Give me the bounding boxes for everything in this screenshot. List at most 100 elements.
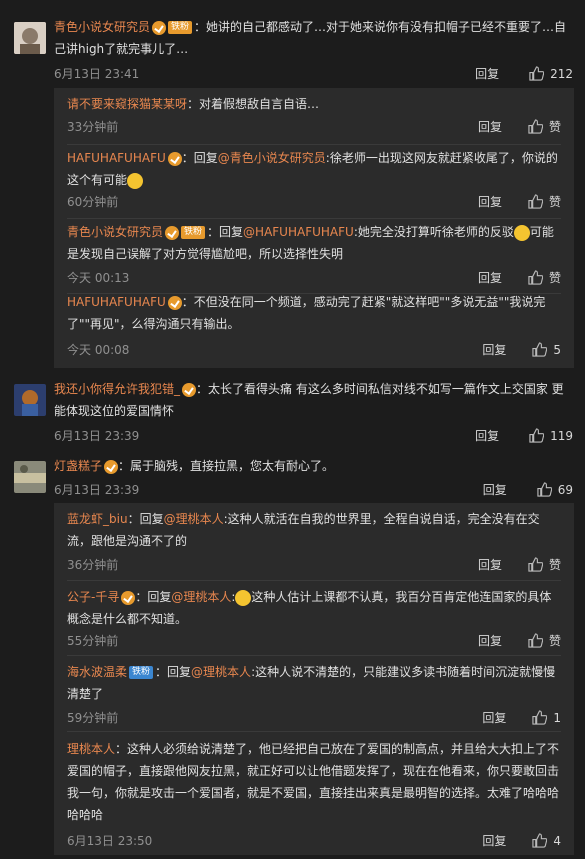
like-button[interactable]: 赞	[528, 632, 561, 649]
thumbs-up-icon	[528, 270, 543, 285]
reply-prefix: ：回复	[155, 665, 192, 679]
reply-text-block: 青色小说女研究员 铁粉 ：回复@HAFUHAFUHAFU:她完全没打算听徐老师的反驳…	[67, 221, 561, 265]
timestamp: 6月13日 23:50	[67, 834, 153, 848]
reply-button[interactable]: 回复	[475, 427, 499, 444]
comment-text-block: 青色小说女研究员 铁粉 ：她讲的自己都感动了…对于她来说你有没有扣帽子已经不重要了……	[54, 16, 573, 60]
username[interactable]: 青色小说女研究员	[67, 225, 163, 239]
timestamp: 6月13日 23:41	[54, 67, 140, 81]
reply-text: ：这种人必须给说清楚了，他已经把自己放在了爱国的制高点，并且给大大扣上了不爱国的…	[67, 742, 560, 822]
thumbs-up-icon	[532, 833, 548, 848]
username[interactable]: HAFUHAFUHAFU	[67, 295, 166, 309]
reply-meta: 今天 00:08 回复 5	[67, 341, 561, 359]
comment-text-block: 我还小你得允许我犯错_ ：太长了看得头痛 有这么多时间私信对线不如写一篇作文上交国…	[54, 378, 573, 422]
like-count: 赞	[548, 634, 561, 648]
comment-text: ：属于脑残，直接拉黑，您太有耐心了。	[118, 459, 335, 473]
like-button[interactable]: 1	[532, 710, 561, 725]
avatar[interactable]	[14, 461, 46, 493]
verified-icon	[167, 151, 182, 166]
mention-link[interactable]: @理桃本人	[164, 512, 224, 526]
thumbs-up-icon	[528, 119, 543, 134]
like-count: 119	[550, 428, 573, 443]
timestamp: 今天 00:08	[67, 343, 130, 357]
verified-icon	[121, 590, 136, 605]
fan-badge: 铁粉	[181, 226, 206, 239]
username[interactable]: 海水波温柔	[67, 665, 127, 679]
thumbs-up-icon	[537, 482, 552, 497]
thumbs-up-icon	[532, 342, 548, 357]
reply-button[interactable]: 回复	[482, 709, 506, 726]
avatar-image	[14, 461, 46, 493]
mention-link[interactable]: @青色小说女研究员	[218, 151, 326, 165]
like-button[interactable]: 赞	[528, 556, 561, 573]
reply-meta: 6月13日 23:50 回复 4	[67, 832, 561, 850]
divider	[67, 144, 561, 145]
reply-button[interactable]: 回复	[475, 65, 499, 82]
username[interactable]: 青色小说女研究员	[54, 20, 150, 34]
reply-text-block: HAFUHAFUHAFU ：回复@青色小说女研究员:徐老师一出现这网友就赶紧收尾了…	[67, 147, 561, 191]
verified-icon	[167, 295, 182, 310]
fan-badge: 铁粉	[129, 666, 154, 679]
reply-text: ：对着假想敌自言自语…	[187, 97, 320, 111]
like-button[interactable]: 5	[532, 342, 561, 357]
avatar-image	[14, 384, 46, 416]
verified-icon	[152, 20, 167, 35]
emoji-icon	[513, 224, 530, 241]
like-count: 212	[550, 66, 573, 81]
thumbs-up-icon	[532, 710, 548, 725]
reply-button[interactable]: 回复	[482, 832, 506, 849]
timestamp: 6月13日 23:39	[54, 429, 140, 443]
username[interactable]: 灯盏糕子	[54, 459, 102, 473]
like-button[interactable]: 赞	[528, 118, 561, 135]
mention-link[interactable]: @理桃本人	[191, 665, 251, 679]
like-count: 69	[557, 482, 573, 497]
username[interactable]: 我还小你得允许我犯错_	[54, 382, 180, 396]
avatar[interactable]	[14, 384, 46, 416]
username[interactable]: 理桃本人	[67, 742, 115, 756]
username[interactable]: 请不要来窥探猫某某呀	[67, 97, 187, 111]
username[interactable]: 蓝龙虾_biu	[67, 512, 128, 526]
emoji-icon	[235, 589, 252, 606]
divider	[67, 580, 561, 581]
verified-icon	[182, 382, 197, 397]
divider	[67, 731, 561, 732]
username[interactable]: HAFUHAFUHAFU	[67, 151, 166, 165]
divider	[67, 218, 561, 219]
verified-icon	[104, 459, 119, 474]
reply-button[interactable]: 回复	[478, 269, 502, 286]
reply-button[interactable]: 回复	[478, 118, 502, 135]
like-button[interactable]: 119	[529, 428, 573, 443]
reply-prefix: ：回复	[207, 225, 244, 239]
reply-button[interactable]: 回复	[478, 632, 502, 649]
like-button[interactable]: 赞	[528, 193, 561, 210]
like-button[interactable]: 4	[532, 833, 561, 848]
reply-meta: 33分钟前 回复 赞	[67, 118, 561, 136]
reply-text: :她完全没打算听徐老师的反驳	[353, 225, 514, 239]
timestamp: 59分钟前	[67, 711, 119, 725]
reply-button[interactable]: 回复	[482, 341, 506, 358]
reply-meta: 36分钟前 回复 赞	[67, 556, 561, 574]
avatar[interactable]	[14, 22, 46, 54]
emoji-icon	[127, 172, 144, 189]
mention-link[interactable]: @理桃本人	[171, 590, 231, 604]
reply-meta: 今天 00:13 回复 赞	[67, 269, 561, 287]
comment-meta: 6月13日 23:39 回复 119	[54, 427, 573, 445]
reply-text-block: 请不要来窥探猫某某呀：对着假想敌自言自语…	[67, 93, 561, 115]
timestamp: 36分钟前	[67, 558, 119, 572]
mention-link[interactable]: @HAFUHAFUHAFU	[243, 225, 354, 239]
like-button[interactable]: 69	[537, 482, 573, 497]
like-count: 赞	[548, 558, 561, 572]
thumbs-up-icon	[529, 428, 545, 443]
reply-button[interactable]: 回复	[478, 193, 502, 210]
reply-prefix: ：回复	[181, 151, 218, 165]
reply-button[interactable]: 回复	[478, 556, 502, 573]
like-button[interactable]: 212	[529, 66, 573, 81]
comment-meta: 6月13日 23:39 回复 69	[54, 481, 573, 499]
username[interactable]: 公子-千寻	[67, 590, 119, 604]
reply-prefix: ：回复	[127, 512, 164, 526]
like-button[interactable]: 赞	[528, 269, 561, 286]
verified-icon	[165, 225, 180, 240]
timestamp: 6月13日 23:39	[54, 483, 140, 497]
reply-button[interactable]: 回复	[483, 481, 507, 498]
like-count: 赞	[548, 195, 561, 209]
reply-text-block: 蓝龙虾_biu：回复@理桃本人:这种人就活在自我的世界里，全程自说自话，完全没有…	[67, 508, 561, 552]
